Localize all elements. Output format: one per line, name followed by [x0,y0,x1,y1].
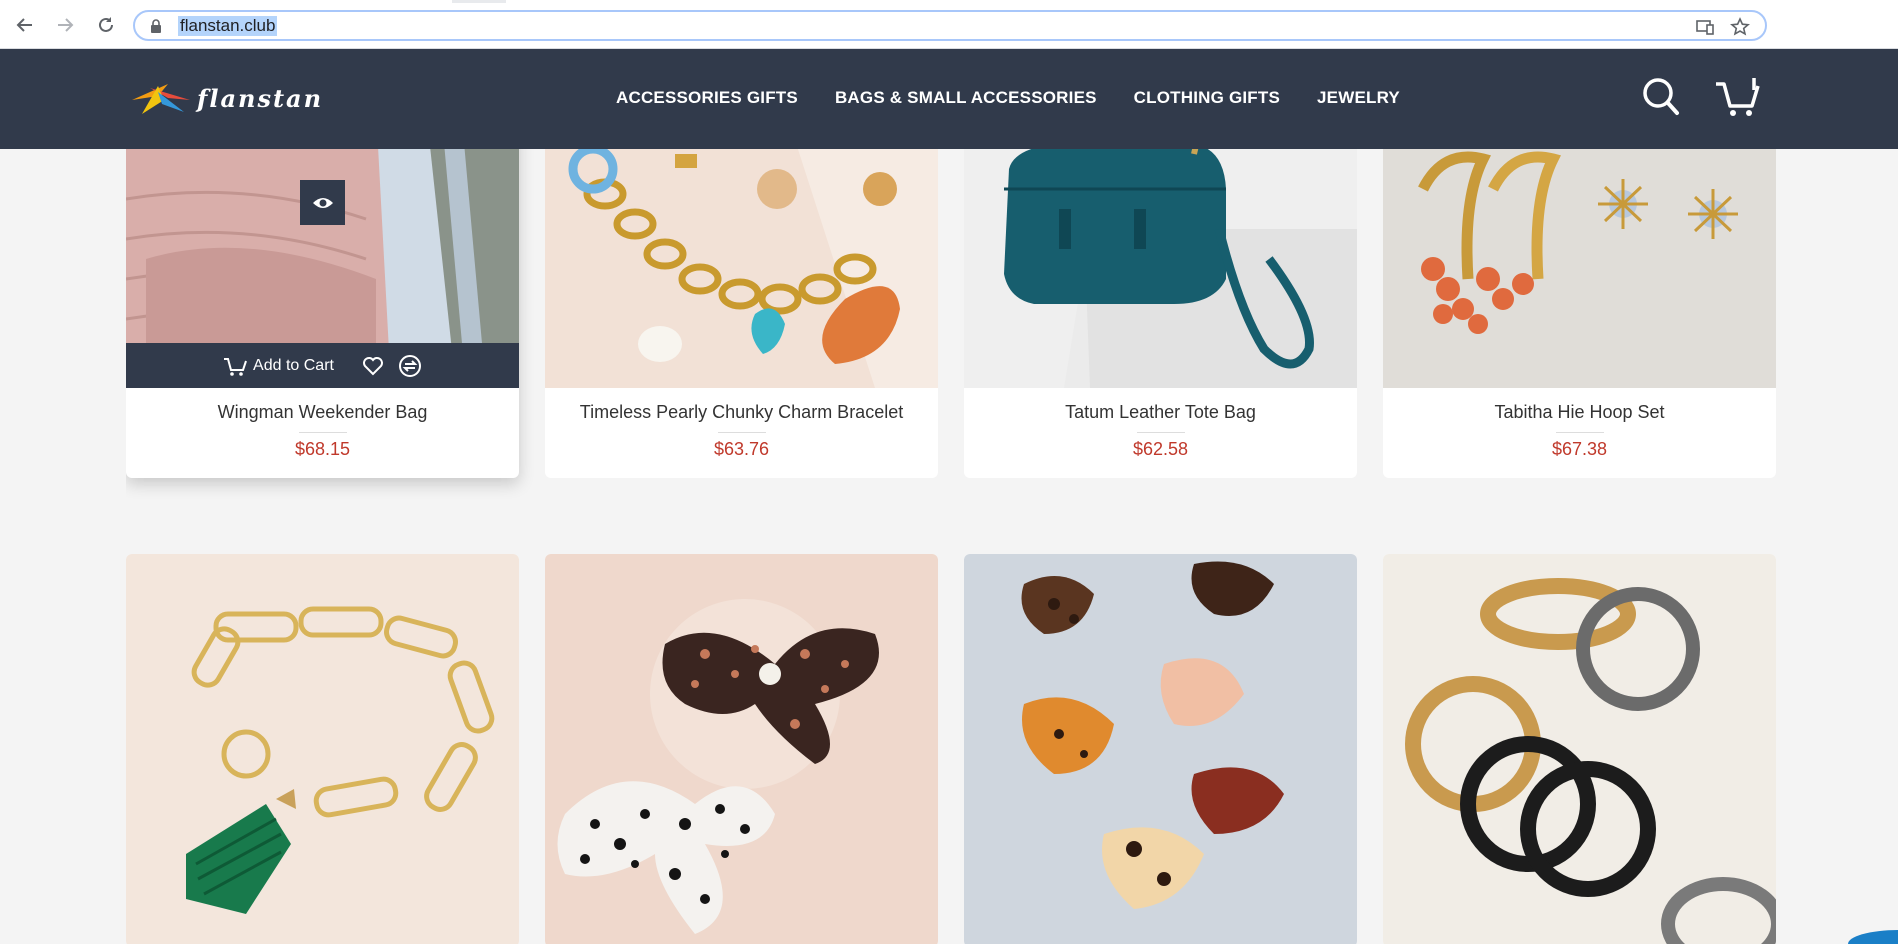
product-price: $62.58 [1132,439,1189,459]
product-image[interactable] [964,554,1357,944]
product-photo-tote-bag [964,149,1357,388]
nav-bags-small-accessories[interactable]: BAGS & SMALL ACCESSORIES [835,88,1097,108]
product-image[interactable] [1383,554,1776,944]
address-bar[interactable]: flanstan.club [133,10,1767,41]
product-price: $68.15 [294,439,351,459]
back-button[interactable] [12,12,38,38]
product-card[interactable]: Tatum Leather Tote Bag $62.58 [964,149,1357,478]
cast-device-icon[interactable] [1695,17,1715,37]
product-card[interactable]: Tabitha Hie Hoop Set $67.38 [1383,149,1776,478]
divider [1555,432,1604,433]
product-image[interactable] [964,149,1357,388]
nav-accessories-gifts[interactable]: ACCESSORIES GIFTS [616,88,798,108]
logo-mark-icon [132,84,190,114]
product-name[interactable]: Wingman Weekender Bag [126,400,519,424]
eye-icon [312,197,333,208]
reload-icon [99,17,113,32]
site-header: flanstan ACCESSORIES GIFTS BAGS & SMALL … [0,49,1898,149]
product-image[interactable] [545,149,938,388]
product-photo-claw-clips [964,554,1357,944]
search-icon[interactable] [1642,76,1680,116]
product-name[interactable]: Tatum Leather Tote Bag [964,400,1357,424]
product-info: Tabitha Hie Hoop Set $67.38 [1383,388,1776,478]
cart-add-icon [224,357,247,376]
product-price: $63.76 [713,439,770,459]
forward-button[interactable] [52,12,78,38]
cart-icon[interactable] [1714,76,1762,118]
product-card[interactable]: Timeless Pearly Chunky Charm Bracelet $6… [545,149,938,478]
product-photo-scrunchie-bows [545,554,938,944]
divider [717,432,766,433]
product-name[interactable]: Timeless Pearly Chunky Charm Bracelet [545,400,938,424]
chat-widget-button[interactable] [1848,930,1898,944]
site-logo[interactable]: flanstan [128,73,353,123]
divider [298,432,347,433]
compare-icon[interactable] [398,354,422,378]
url-text[interactable]: flanstan.club [178,16,278,36]
star-icon[interactable] [1730,17,1750,37]
main-navigation: ACCESSORIES GIFTS BAGS & SMALL ACCESSORI… [616,88,1400,108]
product-image[interactable]: Add to Cart [126,149,519,388]
product-photo-hoop-set [1383,149,1776,388]
nav-clothing-gifts[interactable]: CLOTHING GIFTS [1134,88,1280,108]
product-image[interactable] [126,554,519,944]
product-photo-charm-bracelet [545,149,938,388]
browser-toolbar: flanstan.club [0,0,1898,49]
lock-icon [151,19,161,33]
add-to-cart-label: Add to Cart [253,356,334,374]
arrow-right-icon [58,18,74,32]
product-photo-skinny-scrunchies [1383,554,1776,944]
product-card[interactable] [1383,554,1776,944]
product-card[interactable]: Add to Cart Wingman Weekender Bag $68.15 [126,149,519,478]
product-card[interactable] [126,554,519,944]
product-info: Tatum Leather Tote Bag $62.58 [964,388,1357,478]
tab-strip-edge [452,0,506,3]
product-grid: Add to Cart Wingman Weekender Bag $68.15 [126,149,1776,944]
divider [1136,432,1185,433]
product-image[interactable] [545,554,938,944]
product-image[interactable] [1383,149,1776,388]
product-name[interactable]: Tabitha Hie Hoop Set [1383,400,1776,424]
product-photo-malachite-bracelet [126,554,519,944]
product-info: Timeless Pearly Chunky Charm Bracelet $6… [545,388,938,478]
add-to-cart-button[interactable]: Add to Cart [223,355,334,377]
product-info: Wingman Weekender Bag $68.15 [126,388,519,478]
product-card[interactable] [964,554,1357,944]
heart-icon[interactable] [362,356,384,376]
product-actions-bar: Add to Cart [126,343,519,388]
product-price: $67.38 [1551,439,1608,459]
arrow-left-icon [16,18,32,32]
reload-button[interactable] [93,12,119,38]
logo-text: flanstan [197,83,324,113]
nav-jewelry[interactable]: JEWELRY [1317,88,1400,108]
product-card[interactable] [545,554,938,944]
quick-view-button[interactable] [300,180,345,225]
